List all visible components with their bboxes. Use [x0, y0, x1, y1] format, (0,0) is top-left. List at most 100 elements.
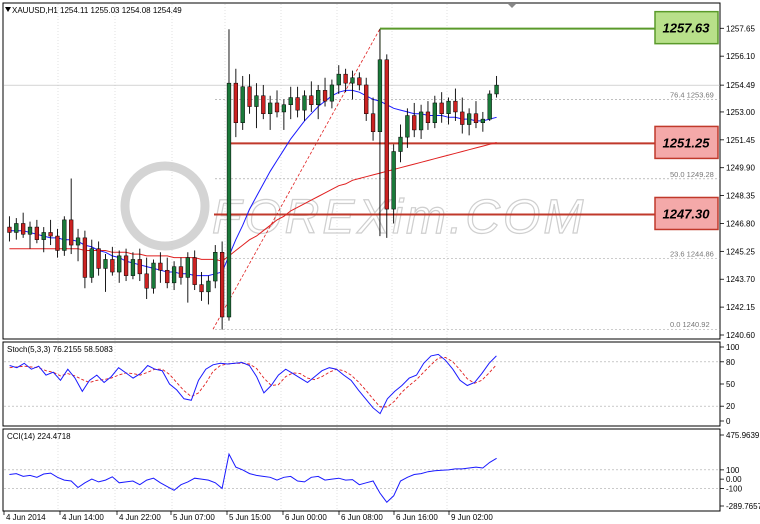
candle-body	[192, 257, 197, 285]
candle-body	[103, 259, 108, 269]
candle-body	[357, 77, 362, 86]
candle-body	[480, 118, 485, 123]
fib-level-label: 23.6 1244.86	[670, 249, 714, 258]
cci-header: CCI(14) 224.4718	[7, 432, 71, 441]
candle-body	[89, 248, 94, 278]
price-tick-label: 1249.90	[726, 164, 755, 173]
candle-body	[268, 102, 273, 114]
candle-body	[178, 266, 184, 278]
price-tick-label: 1246.80	[726, 219, 755, 228]
candle-body	[110, 259, 115, 273]
candle-body	[329, 84, 335, 102]
candle-body	[75, 237, 81, 246]
candle-body	[123, 255, 129, 276]
candle-body	[288, 97, 293, 105]
price-tick-label: 1240.60	[726, 331, 755, 340]
price-tick-label: 1242.15	[726, 303, 755, 312]
candle-body	[309, 95, 314, 105]
candle-body	[158, 262, 163, 271]
candle-body	[439, 102, 444, 114]
candle-body	[391, 151, 396, 210]
main-panel-frame	[2, 2, 721, 340]
price-badge-label: 1251.25	[663, 135, 711, 150]
candle-body	[322, 90, 328, 102]
candle-body	[398, 136, 403, 152]
candle-body	[14, 223, 19, 233]
stoch-tick-label: 100	[726, 343, 740, 352]
candle-body	[34, 226, 40, 240]
candle-body	[466, 113, 472, 125]
cci-tick-label: -100	[726, 484, 743, 493]
stoch-header: Stoch(5,3,3) 76.2155 58.5083	[7, 345, 113, 354]
candle-body	[254, 95, 259, 107]
price-tick-label: 1253.00	[726, 108, 755, 117]
price-tick-label: 1257.65	[726, 24, 755, 33]
price-badge-label: 1257.63	[663, 21, 711, 36]
candle-body	[247, 86, 252, 107]
candle-body	[41, 232, 46, 240]
cci-tick-label: 0.00	[726, 475, 742, 484]
candle-body	[7, 226, 12, 233]
candle-body	[137, 259, 142, 275]
price-badge-label: 1247.30	[663, 206, 711, 221]
symbol-header: XAUUSD,H1 1254.11 1255.03 1254.08 1254.4…	[12, 6, 182, 15]
candle-body	[219, 252, 225, 318]
candle-body	[336, 73, 341, 86]
candle-body	[240, 86, 245, 123]
candle-body	[473, 113, 479, 123]
candle-body	[213, 252, 218, 282]
stoch-panel-frame	[2, 341, 721, 427]
candle-body	[233, 82, 238, 123]
stoch-tick-label: 80	[726, 358, 735, 367]
candle-body	[274, 102, 280, 113]
candle-body	[412, 115, 417, 131]
time-tick-label: 6 Jun 08:00	[341, 513, 383, 522]
candle-body	[384, 59, 389, 210]
cci-tick-label: 475.9639	[726, 431, 760, 440]
chart-root: FOREXim.COM 76.4 1253.69 50.0 1249.28 23.6…	[2, 2, 760, 522]
time-tick-label: 4 Jun 22:00	[119, 513, 161, 522]
time-tick-label: 6 Jun 16:00	[396, 513, 438, 522]
candle-body	[144, 273, 149, 289]
price-tick-label: 1245.25	[726, 247, 755, 256]
candle-body	[261, 95, 266, 114]
candle-body	[446, 100, 451, 114]
fib-level-label: 0.0 1240.92	[670, 320, 710, 329]
candle-body	[55, 235, 60, 251]
time-tick-label: 9 Jun 02:00	[451, 513, 493, 522]
stoch-tick-label: 20	[726, 402, 735, 411]
candle-body	[117, 255, 122, 273]
price-tick-label: 1243.70	[726, 275, 755, 284]
price-tick-label: 1254.49	[726, 81, 755, 90]
candle-body	[226, 82, 232, 318]
price-tick-label: 1251.45	[726, 136, 755, 145]
candle-body	[21, 223, 26, 235]
fib-level-label: 50.0 1249.28	[670, 170, 714, 179]
candle-body	[62, 219, 67, 251]
time-tick-label: 5 Jun 15:00	[229, 513, 271, 522]
candle-body	[350, 77, 355, 84]
candle-body	[96, 248, 101, 269]
candle-body	[130, 259, 136, 276]
candle-body	[487, 93, 492, 120]
candle-body	[171, 266, 177, 284]
candle-body	[206, 280, 211, 293]
watermark-text: FOREXim.COM	[212, 191, 586, 244]
candle-body	[82, 237, 88, 278]
time-tick-label: 5 Jun 07:00	[173, 513, 215, 522]
candle-body	[48, 232, 53, 237]
candle-body	[370, 113, 376, 132]
candle-body	[199, 284, 204, 293]
time-tick-label: 4 Jun 14:00	[62, 513, 104, 522]
candle-body	[302, 95, 307, 111]
candle-body	[494, 84, 499, 95]
candle-body	[405, 115, 410, 138]
candle-body	[364, 84, 369, 114]
candle-body	[377, 59, 383, 132]
candle-body	[432, 102, 437, 123]
candle-body	[295, 97, 300, 111]
price-tick-label: 1248.35	[726, 192, 755, 201]
time-tick-label: 4 Jun 2014	[6, 513, 46, 522]
candle-body	[165, 269, 170, 284]
candle-body	[281, 104, 287, 113]
